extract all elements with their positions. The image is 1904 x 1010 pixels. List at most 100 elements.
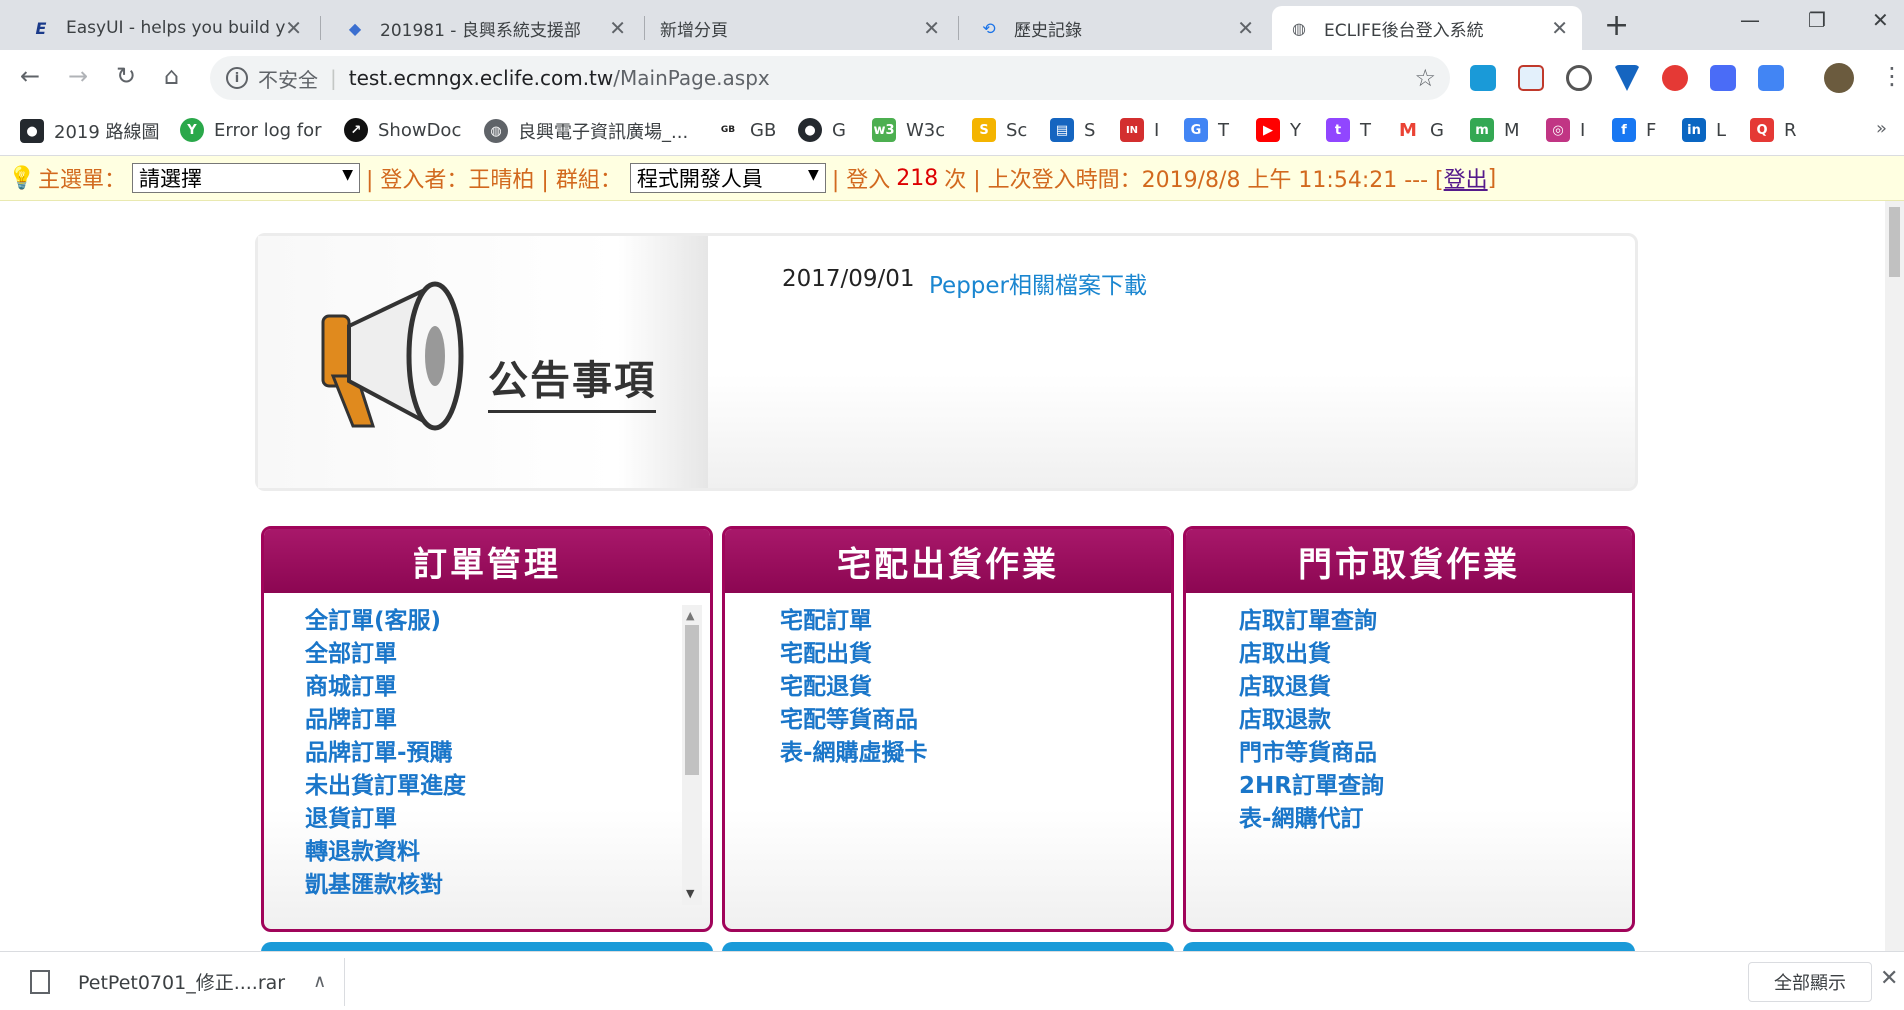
bookmark-item[interactable]: ● 2019 路線圖 xyxy=(20,118,160,144)
bookmark-item[interactable]: S Sc xyxy=(972,118,1027,142)
bookmark-item[interactable]: MG xyxy=(1396,118,1444,142)
address-bar[interactable]: i 不安全 | test.ecmngx.eclife.com.tw/MainPa… xyxy=(210,56,1450,100)
scroll-down-icon[interactable]: ▼ xyxy=(686,887,694,900)
menu-link[interactable]: 退貨訂單 xyxy=(305,803,466,836)
menu-link[interactable]: 門市等貨商品 xyxy=(1239,737,1384,770)
bookmark-item[interactable]: ● G xyxy=(798,118,846,142)
announcement-link[interactable]: Pepper相關檔案下載 xyxy=(929,266,1147,300)
panel-scrollbar[interactable]: ▲ ▼ xyxy=(682,605,702,905)
menu-link[interactable]: 店取退款 xyxy=(1239,704,1384,737)
github-icon: ● xyxy=(798,118,822,142)
new-tab-icon[interactable]: + xyxy=(1604,8,1629,43)
extension-history-icon[interactable] xyxy=(1566,65,1592,91)
menu-link[interactable]: 宅配訂單 xyxy=(780,605,928,638)
globe-icon: ◍ xyxy=(484,119,508,143)
close-icon[interactable]: ✕ xyxy=(923,16,940,40)
back-icon[interactable]: ← xyxy=(20,62,40,90)
menu-link[interactable]: 表-網購虛擬卡 xyxy=(780,737,928,770)
chevron-up-icon[interactable]: ∧ xyxy=(313,971,326,992)
panel-menu-list: 宅配訂單 宅配出貨 宅配退貨 宅配等貨商品 表-網購虛擬卡 xyxy=(780,605,928,770)
bookmark-item[interactable]: tT xyxy=(1326,118,1371,142)
site-icon: ▤ xyxy=(1050,118,1074,142)
main-menu-select[interactable]: 請選擇 ▼ xyxy=(132,163,361,193)
bookmark-star-icon[interactable]: ☆ xyxy=(1414,64,1436,92)
gb-icon: GB xyxy=(716,118,740,142)
restore-icon[interactable]: ❐ xyxy=(1808,8,1826,32)
bookmark-item[interactable]: ▤ S xyxy=(1050,118,1095,142)
bookmark-item[interactable]: Y Error log for xyxy=(180,118,322,142)
home-icon[interactable]: ⌂ xyxy=(164,62,179,90)
bookmark-item[interactable]: w3 W3c xyxy=(872,118,945,142)
bookmark-item[interactable]: ◎ I xyxy=(1546,118,1585,142)
extension-owl-icon[interactable] xyxy=(1518,65,1544,91)
bookmark-item[interactable]: QR xyxy=(1750,118,1797,142)
info-icon[interactable]: i xyxy=(226,67,248,89)
group-select[interactable]: 程式開發人員 ▼ xyxy=(629,163,826,193)
tab-new[interactable]: 新增分頁 ✕ xyxy=(644,6,954,50)
menu-link[interactable]: 品牌訂單 xyxy=(305,704,466,737)
scrollbar-thumb[interactable] xyxy=(685,625,699,775)
close-icon[interactable]: ✕ xyxy=(609,16,626,40)
menu-link[interactable]: 店取訂單查詢 xyxy=(1239,605,1384,638)
dropdown-arrow-icon: ▼ xyxy=(808,167,819,183)
extension-check-icon[interactable] xyxy=(1470,65,1496,91)
bookmark-item[interactable]: ▶ Y xyxy=(1256,118,1301,142)
extension-y-icon[interactable] xyxy=(1614,65,1640,91)
close-icon[interactable]: ✕ xyxy=(1880,966,1898,991)
tab-history[interactable]: ⟲ 歷史記錄 ✕ xyxy=(962,6,1268,50)
download-filename: PetPet0701_修正....rar xyxy=(78,972,286,994)
menu-link[interactable]: 轉退款資料 xyxy=(305,836,466,869)
close-icon[interactable]: ✕ xyxy=(1551,16,1568,40)
close-window-icon[interactable]: ✕ xyxy=(1872,8,1889,32)
errorlog-icon: Y xyxy=(180,118,204,142)
menu-link[interactable]: 未出貨訂單進度 xyxy=(305,770,466,803)
menu-link[interactable]: 宅配退貨 xyxy=(780,671,928,704)
bookmark-item[interactable]: ◍ 良興電子資訊廣場_... xyxy=(484,118,688,144)
bookmark-item[interactable]: ↗ ShowDoc xyxy=(344,118,461,142)
scroll-up-icon[interactable]: ▲ xyxy=(686,609,694,622)
bookmark-item[interactable]: GT xyxy=(1184,118,1229,142)
bookmark-label: G xyxy=(1430,119,1444,141)
bookmark-item[interactable]: GB GB xyxy=(716,118,776,142)
login-prefix: | 登入 xyxy=(831,168,891,193)
download-item[interactable]: PetPet0701_修正....rar ∧ xyxy=(30,968,326,995)
bookmark-label: I xyxy=(1154,119,1160,141)
more-bookmarks-icon[interactable]: » xyxy=(1876,118,1887,139)
menu-link[interactable]: 全部訂單 xyxy=(305,638,466,671)
logout-link[interactable]: 登出 xyxy=(1444,162,1488,194)
bookmark-item[interactable]: in L xyxy=(1682,118,1726,142)
menu-link[interactable]: 商城訂單 xyxy=(305,671,466,704)
page-scrollbar[interactable] xyxy=(1885,201,1904,951)
reload-icon[interactable]: ↻ xyxy=(116,62,136,90)
extension-translate-icon[interactable] xyxy=(1758,65,1784,91)
show-all-button[interactable]: 全部顯示 xyxy=(1748,962,1872,1002)
menu-link[interactable]: 凱基匯款核對 xyxy=(305,869,466,902)
bookmark-item[interactable]: IN I xyxy=(1120,118,1159,142)
megaphone-icon xyxy=(321,281,464,431)
menu-kebab-icon[interactable]: ⋮ xyxy=(1880,62,1904,90)
menu-link[interactable]: 2HR訂單查詢 xyxy=(1239,770,1384,803)
scrollbar-thumb[interactable] xyxy=(1889,207,1900,277)
bookmark-item[interactable]: fF xyxy=(1612,118,1656,142)
extension-grid-icon[interactable] xyxy=(1710,65,1736,91)
profile-avatar[interactable] xyxy=(1824,63,1854,93)
menu-link[interactable]: 表-網購代訂 xyxy=(1239,803,1384,836)
announcement-title: 公告事項 xyxy=(488,348,656,413)
menu-link[interactable]: 宅配出貨 xyxy=(780,638,928,671)
tab-support[interactable]: ◆ 201981 - 良興系統支援部 ✕ xyxy=(328,6,640,50)
tab-eclife[interactable]: ◍ ECLIFE後台登入系統 ✕ xyxy=(1272,6,1582,50)
forward-icon[interactable]: → xyxy=(68,62,88,90)
close-icon[interactable]: ✕ xyxy=(1237,16,1254,40)
extension-adblock-icon[interactable] xyxy=(1662,65,1688,91)
bookmark-item[interactable]: mM xyxy=(1470,118,1520,142)
tab-easyui[interactable]: E EasyUI - helps you build y ✕ xyxy=(14,6,316,50)
menu-link[interactable]: 全訂單(客服) xyxy=(305,605,466,638)
menu-link[interactable]: 店取退貨 xyxy=(1239,671,1384,704)
menu-link[interactable]: 品牌訂單-預購 xyxy=(305,737,466,770)
minimize-icon[interactable]: — xyxy=(1740,8,1760,32)
group-value: 程式開發人員 xyxy=(636,167,763,191)
close-icon[interactable]: ✕ xyxy=(285,16,302,40)
menu-link[interactable]: 店取出貨 xyxy=(1239,638,1384,671)
instagram-icon: ◎ xyxy=(1546,118,1570,142)
menu-link[interactable]: 宅配等貨商品 xyxy=(780,704,928,737)
